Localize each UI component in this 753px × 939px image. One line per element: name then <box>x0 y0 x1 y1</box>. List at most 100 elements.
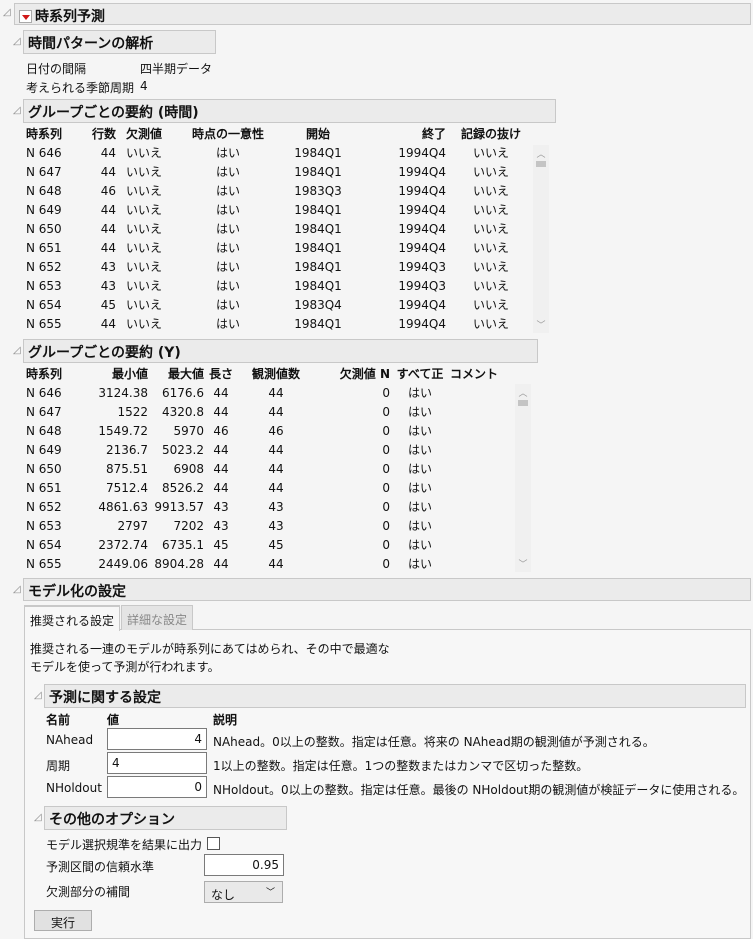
red-triangle-menu-icon[interactable] <box>19 9 32 23</box>
table-cell: いいえ <box>472 241 509 255</box>
table-cell: N 649 <box>26 202 62 217</box>
table-cell: 1984Q1 <box>294 145 342 160</box>
table-cell: N 648 <box>26 183 62 198</box>
table-cell: N 655 <box>26 316 62 331</box>
nahead-input[interactable]: 4 <box>107 728 207 750</box>
period-input[interactable]: 4 <box>107 752 207 774</box>
collapse-icon[interactable]: ◿ <box>13 584 21 595</box>
table-cell: 46 <box>100 183 116 198</box>
table-row: N 647 1522 4320.8 44 44 0 はい <box>24 402 514 421</box>
col-header: 最大値 <box>167 367 204 381</box>
table-cell: はい <box>407 481 432 495</box>
table-cell: N 653 <box>26 518 62 533</box>
table-cell: N 653 <box>26 278 62 293</box>
collapse-icon[interactable]: ◿ <box>34 812 42 823</box>
table-cell: 1994Q3 <box>398 259 446 274</box>
col-header: 行数 <box>91 127 116 141</box>
table-cell: 1984Q1 <box>294 164 342 179</box>
table-cell: 0 <box>382 461 390 476</box>
col-header: すべて正 <box>396 367 444 381</box>
table-cell <box>448 459 514 478</box>
table-cell: いいえ <box>126 222 163 236</box>
table-cell: はい <box>407 405 432 419</box>
pattern-header: 時間パターンの解析 <box>23 30 216 54</box>
table-cell: 44 <box>213 556 229 571</box>
table-cell: いいえ <box>472 146 509 160</box>
impute-select[interactable]: なし ﹀ <box>204 881 283 903</box>
scrollbar[interactable]: ︿ ﹀ <box>515 384 531 572</box>
table-cell <box>448 440 514 459</box>
table-cell: 44 <box>100 145 116 160</box>
param-desc: NHoldout。0以上の整数。指定は任意。最後の NHoldout期の観測値が… <box>213 783 745 797</box>
table-cell: 9913.57 <box>154 499 204 514</box>
table-cell: 1994Q4 <box>398 164 446 179</box>
table-cell: 4320.8 <box>162 404 204 419</box>
tab-recommended[interactable]: 推奨される設定 <box>24 605 120 631</box>
table-cell: 1994Q4 <box>398 316 446 331</box>
collapse-icon[interactable]: ◿ <box>3 7 11 18</box>
table-cell: 0 <box>382 518 390 533</box>
table-cell: 6176.6 <box>162 385 204 400</box>
model-header: モデル化の設定 <box>23 578 751 601</box>
table-cell: 4861.63 <box>98 499 148 514</box>
table-cell: 43 <box>213 518 229 533</box>
nholdout-input[interactable]: 0 <box>107 776 207 798</box>
table-cell: はい <box>215 203 240 217</box>
confidence-input[interactable]: 0.95 <box>204 854 284 876</box>
collapse-icon[interactable]: ◿ <box>13 105 21 116</box>
collapse-icon[interactable]: ◿ <box>13 36 21 47</box>
table-cell: いいえ <box>472 203 509 217</box>
table-row: N 646 44 いいえ はい 1984Q1 1994Q4 いいえ <box>24 143 534 162</box>
scrollbar[interactable]: ︿ ﹀ <box>533 145 549 333</box>
table-cell: はい <box>407 443 432 457</box>
table-cell: 46 <box>268 423 284 438</box>
col-header: コメント <box>450 367 499 381</box>
collapse-icon[interactable]: ◿ <box>13 345 21 356</box>
col-header: 記録の抜け <box>460 127 521 141</box>
table-cell: はい <box>407 557 432 571</box>
table-cell: N 649 <box>26 442 62 457</box>
table-cell: 7202 <box>173 518 204 533</box>
tab-advanced[interactable]: 詳細な設定 <box>121 605 193 630</box>
col-header: 説明 <box>213 713 238 727</box>
table-cell: いいえ <box>126 165 163 179</box>
table-cell: 6735.1 <box>162 537 204 552</box>
table-cell: 0 <box>382 385 390 400</box>
table-cell: 1994Q4 <box>398 297 446 312</box>
time-summary-table: 時系列 行数 欠測値 時点の一意性 開始 終了 記録の抜け N 646 44 いいえ… <box>24 124 534 333</box>
table-cell: 44 <box>268 385 284 400</box>
table-cell: いいえ <box>472 222 509 236</box>
table-cell: 3124.38 <box>98 385 148 400</box>
run-button[interactable]: 実行 <box>34 910 92 931</box>
table-cell: 1549.72 <box>98 423 148 438</box>
collapse-icon[interactable]: ◿ <box>34 690 42 701</box>
value: 4 <box>140 79 148 93</box>
table-cell: N 650 <box>26 461 62 476</box>
table-row: N 653 2797 7202 43 43 0 はい <box>24 516 514 535</box>
table-cell: 44 <box>100 164 116 179</box>
table-row: N 648 46 いいえ はい 1983Q3 1994Q4 いいえ <box>24 181 534 200</box>
table-cell: いいえ <box>472 184 509 198</box>
table-cell: 45 <box>100 297 116 312</box>
param-name: NAhead <box>46 733 94 747</box>
table-cell: 2372.74 <box>98 537 148 552</box>
table-cell <box>448 516 514 535</box>
table-cell: 1994Q3 <box>398 278 446 293</box>
table-cell: 44 <box>213 404 229 419</box>
table-cell: 6908 <box>173 461 204 476</box>
table-cell: はい <box>215 165 240 179</box>
col-header: 時系列 <box>26 367 63 381</box>
table-cell: 1994Q4 <box>398 240 446 255</box>
table-cell: 1994Q4 <box>398 221 446 236</box>
table-cell: 43 <box>268 518 284 533</box>
table-cell: 44 <box>268 480 284 495</box>
table-cell: N 652 <box>26 499 62 514</box>
table-cell <box>448 478 514 497</box>
table-cell: はい <box>215 146 240 160</box>
table-cell: 875.51 <box>106 461 148 476</box>
table-cell: はい <box>215 317 240 331</box>
model-criteria-checkbox[interactable] <box>207 837 220 850</box>
table-cell: N 654 <box>26 297 62 312</box>
table-cell <box>448 535 514 554</box>
table-cell: いいえ <box>472 165 509 179</box>
